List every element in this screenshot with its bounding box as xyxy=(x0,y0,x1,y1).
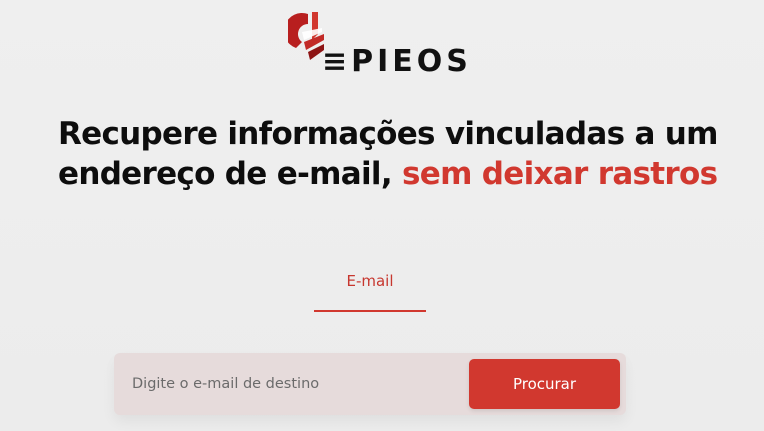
page: ≡PIEOS Recupere informações vinculadas a… xyxy=(0,0,764,431)
page-headline: Recupere informações vinculadas a um end… xyxy=(58,114,738,194)
tab-email[interactable]: E-mail xyxy=(314,268,426,312)
headline-line1: Recupere informações vinculadas a um xyxy=(58,116,718,152)
headline-line2: endereço de e-mail, xyxy=(58,156,393,192)
search-button[interactable]: Procurar xyxy=(469,359,620,409)
search-form: Procurar xyxy=(114,353,626,415)
epieos-logo-text: ≡PIEOS xyxy=(322,44,472,79)
email-search-input[interactable] xyxy=(114,353,464,415)
headline-accent: sem deixar rastros xyxy=(402,156,718,192)
